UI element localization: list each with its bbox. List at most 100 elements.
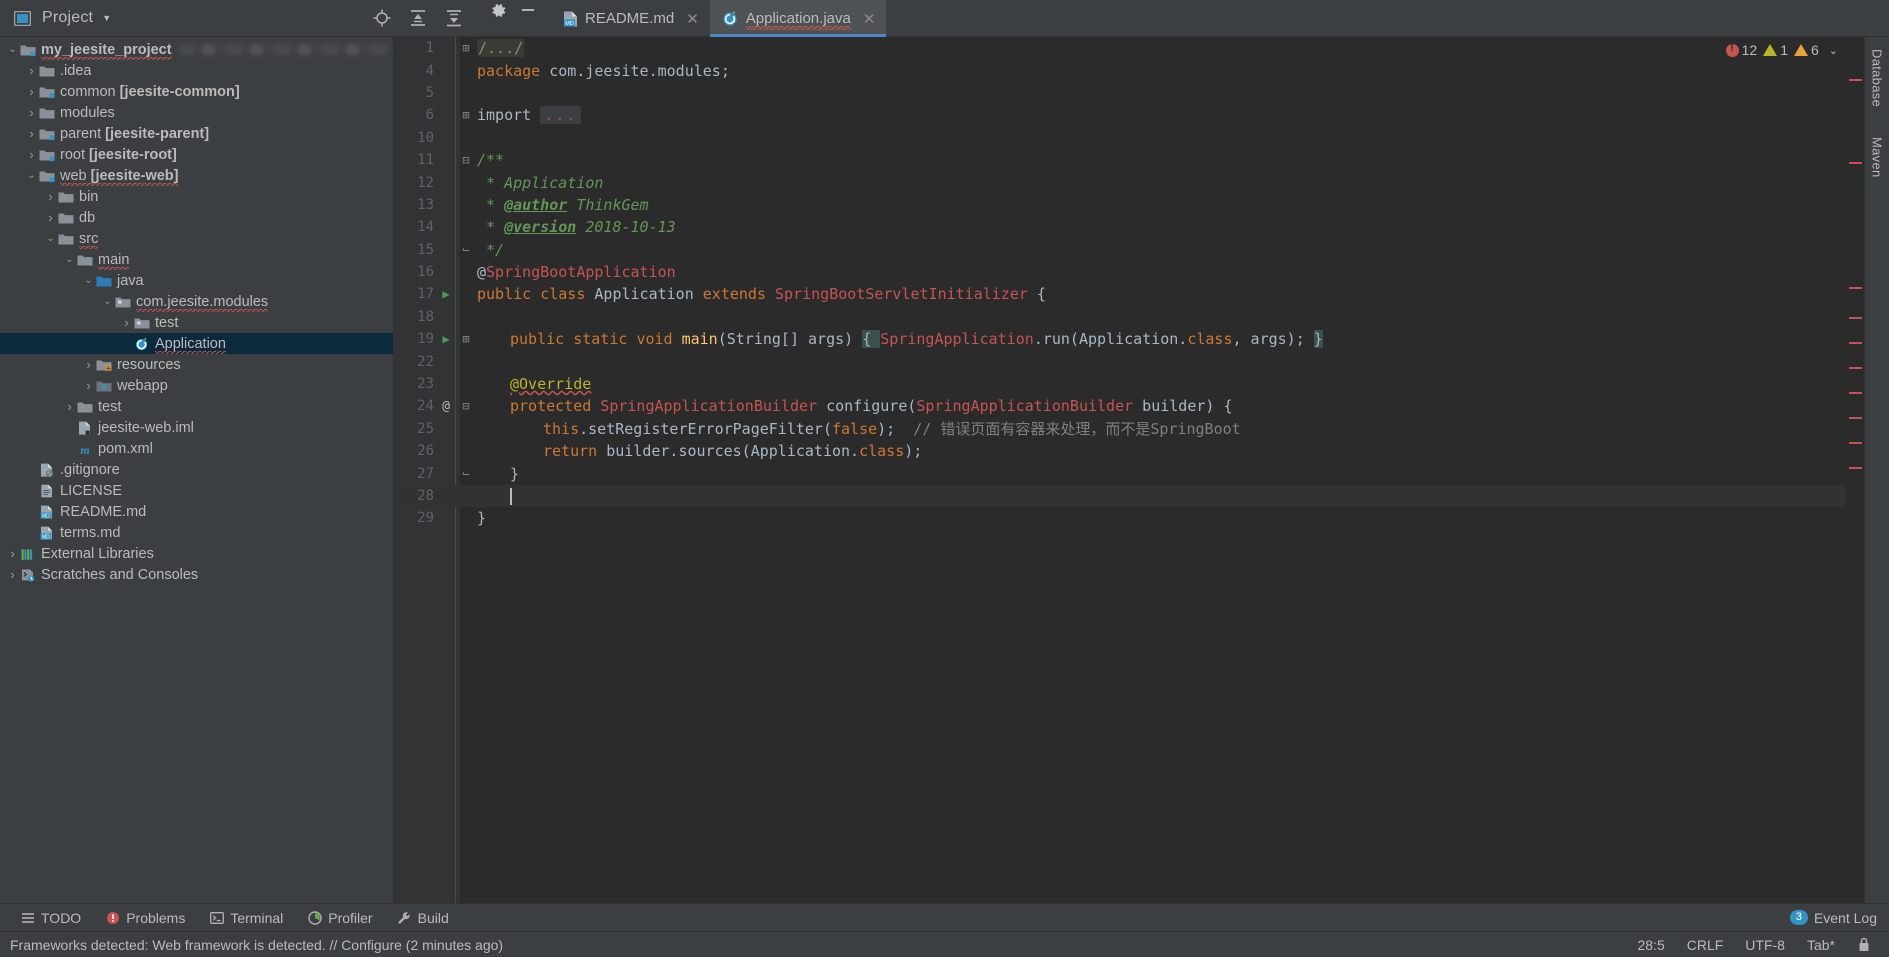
chevron-down-icon[interactable]: ▼ [102, 13, 111, 23]
event-log-button[interactable]: 3 Event Log [1789, 910, 1889, 926]
code-editor[interactable]: 1 ⊞ /.../ 4 package com.jeesite.modules; 5 6 ⊞ i… [394, 37, 1846, 903]
tree-item[interactable]: ⌄ src [0, 228, 393, 249]
tree-item[interactable]: MD README.md [0, 501, 393, 522]
tree-item[interactable]: › parent [jeesite-parent] [0, 123, 393, 144]
lock-icon[interactable] [1857, 937, 1871, 953]
expand-all-icon[interactable] [408, 8, 428, 28]
tree-item[interactable]: ⌄ java [0, 270, 393, 291]
code-line[interactable]: 17 ▶ public class Application extends Spri… [394, 283, 1846, 305]
chevron-right-icon[interactable]: › [44, 210, 57, 225]
line-separator[interactable]: CRLF [1687, 937, 1724, 953]
inspection-widget[interactable]: 12 1 6 ⌄ [1725, 42, 1838, 58]
minimize-icon[interactable] [518, 0, 538, 20]
tree-item[interactable]: MD terms.md [0, 522, 393, 543]
tree-item[interactable]: ⌄ web [jeesite-web] [0, 165, 393, 186]
fold-toggle-icon[interactable]: ⊟ [459, 153, 473, 167]
code-line[interactable]: 4 package com.jeesite.modules; [394, 59, 1846, 81]
code-line[interactable]: 23 @Override [394, 373, 1846, 395]
tree-item[interactable]: › Scratches and Consoles [0, 564, 393, 585]
error-stripe-mark[interactable] [1849, 317, 1862, 319]
chevron-right-icon[interactable]: › [6, 567, 19, 582]
code-line[interactable]: 29} [394, 507, 1846, 529]
error-stripe-mark[interactable] [1849, 367, 1862, 369]
override-gutter-icon[interactable]: @ [438, 399, 454, 414]
warning-count[interactable]: 1 [1763, 42, 1788, 58]
error-stripe-mark[interactable] [1849, 162, 1862, 164]
code-line[interactable]: 28 [394, 484, 1846, 508]
code-line[interactable]: 25 this.setRegisterErrorPageFilter(false)… [394, 418, 1846, 440]
chevron-down-icon[interactable]: ⌄ [101, 295, 114, 308]
chevron-down-icon[interactable]: ⌄ [44, 232, 57, 245]
code-line[interactable]: 5 [394, 82, 1846, 104]
chevron-right-icon[interactable]: › [82, 357, 95, 372]
tool-button-todo[interactable]: TODO [8, 904, 93, 932]
code-line[interactable]: 27 ⌐} [394, 462, 1846, 484]
code-line[interactable]: 12 * Application [394, 171, 1846, 193]
tool-window-maven[interactable]: Maven [1870, 133, 1885, 182]
code-line[interactable]: 26 return builder.sources(Application.cla… [394, 440, 1846, 462]
tree-item[interactable]: ⌄ com.jeesite.modules [0, 291, 393, 312]
chevron-right-icon[interactable]: › [63, 399, 76, 414]
error-stripe-mark[interactable] [1849, 417, 1862, 419]
chevron-right-icon[interactable]: › [25, 147, 38, 162]
project-tree[interactable]: ⌄ my_jeesite_project › .idea › common [jeesit… [0, 37, 393, 585]
chevron-right-icon[interactable]: › [25, 63, 38, 78]
tree-item[interactable]: jeesite-web.iml [0, 417, 393, 438]
error-count[interactable]: 12 [1725, 42, 1757, 58]
error-stripe-mark[interactable] [1849, 392, 1862, 394]
chevron-right-icon[interactable]: › [25, 84, 38, 99]
fold-toggle-icon[interactable]: ⊟ [459, 399, 473, 413]
code-line[interactable]: 13 * @author ThinkGem [394, 194, 1846, 216]
chevron-right-icon[interactable]: › [44, 189, 57, 204]
chevron-down-icon[interactable]: ⌄ [63, 253, 76, 266]
locate-icon[interactable] [372, 8, 392, 28]
fold-toggle-icon[interactable]: ⊞ [459, 41, 473, 55]
indent-setting[interactable]: Tab* [1807, 937, 1835, 953]
chevron-right-icon[interactable]: › [6, 546, 19, 561]
tree-item[interactable]: › db [0, 207, 393, 228]
chevron-right-icon[interactable]: › [82, 378, 95, 393]
code-line[interactable]: 18 [394, 306, 1846, 328]
code-line[interactable]: 16 @SpringBootApplication [394, 261, 1846, 283]
code-line[interactable]: 14 * @version 2018-10-13 [394, 216, 1846, 238]
editor-tab-application-java[interactable]: Application.java ✕ [709, 0, 887, 37]
gear-icon[interactable] [488, 0, 508, 20]
tool-button-terminal[interactable]: Terminal [197, 904, 295, 932]
error-stripe-mark[interactable] [1849, 287, 1862, 289]
code-line[interactable]: 19 ▶ ⊞ public static void main(String[] arg… [394, 328, 1846, 350]
chevron-down-icon[interactable]: ⌄ [25, 169, 38, 182]
chevron-right-icon[interactable]: › [120, 315, 133, 330]
tool-window-database[interactable]: Database [1870, 45, 1885, 111]
tree-item[interactable]: › test [0, 312, 393, 333]
code-line[interactable]: 24 @ ⊟ protected SpringApplicationBuilder c… [394, 395, 1846, 417]
file-encoding[interactable]: UTF-8 [1745, 937, 1785, 953]
collapse-all-icon[interactable] [444, 8, 464, 28]
tree-item[interactable]: ⌄ my_jeesite_project [0, 39, 393, 60]
error-stripe-mark[interactable] [1849, 342, 1862, 344]
code-lines[interactable]: 1 ⊞ /.../ 4 package com.jeesite.modules; 5 6 ⊞ i… [394, 37, 1846, 530]
tree-item[interactable]: › resources [0, 354, 393, 375]
status-message[interactable]: Frameworks detected: Web framework is de… [10, 937, 503, 953]
code-line[interactable]: 22 [394, 350, 1846, 372]
fold-toggle-icon[interactable]: ⊞ [459, 332, 473, 346]
tree-item[interactable]: › webapp [0, 375, 393, 396]
error-stripe-mark[interactable] [1849, 442, 1862, 444]
chevron-right-icon[interactable]: › [25, 105, 38, 120]
tree-item-selected[interactable]: Application [0, 333, 393, 354]
code-line[interactable]: 11 ⊟ /** [394, 149, 1846, 171]
fold-toggle-icon[interactable]: ⊞ [459, 108, 473, 122]
run-gutter-icon[interactable]: ▶ [439, 287, 453, 301]
chevron-down-icon[interactable]: ⌄ [6, 43, 19, 56]
caret-position[interactable]: 28:5 [1637, 937, 1664, 953]
tree-item[interactable]: › External Libraries [0, 543, 393, 564]
close-icon[interactable]: ✕ [686, 10, 699, 28]
tool-button-problems[interactable]: Problems [93, 904, 197, 932]
tool-button-build[interactable]: Build [385, 904, 461, 932]
close-icon[interactable]: ✕ [863, 10, 876, 28]
error-stripe-mark[interactable] [1849, 467, 1862, 469]
code-line[interactable]: 1 ⊞ /.../ [394, 37, 1846, 59]
tree-item[interactable]: › modules [0, 102, 393, 123]
weak-warning-count[interactable]: 6 [1793, 42, 1819, 58]
tree-item[interactable]: › common [jeesite-common] [0, 81, 393, 102]
fold-toggle-icon[interactable]: ⌐ [459, 243, 473, 257]
